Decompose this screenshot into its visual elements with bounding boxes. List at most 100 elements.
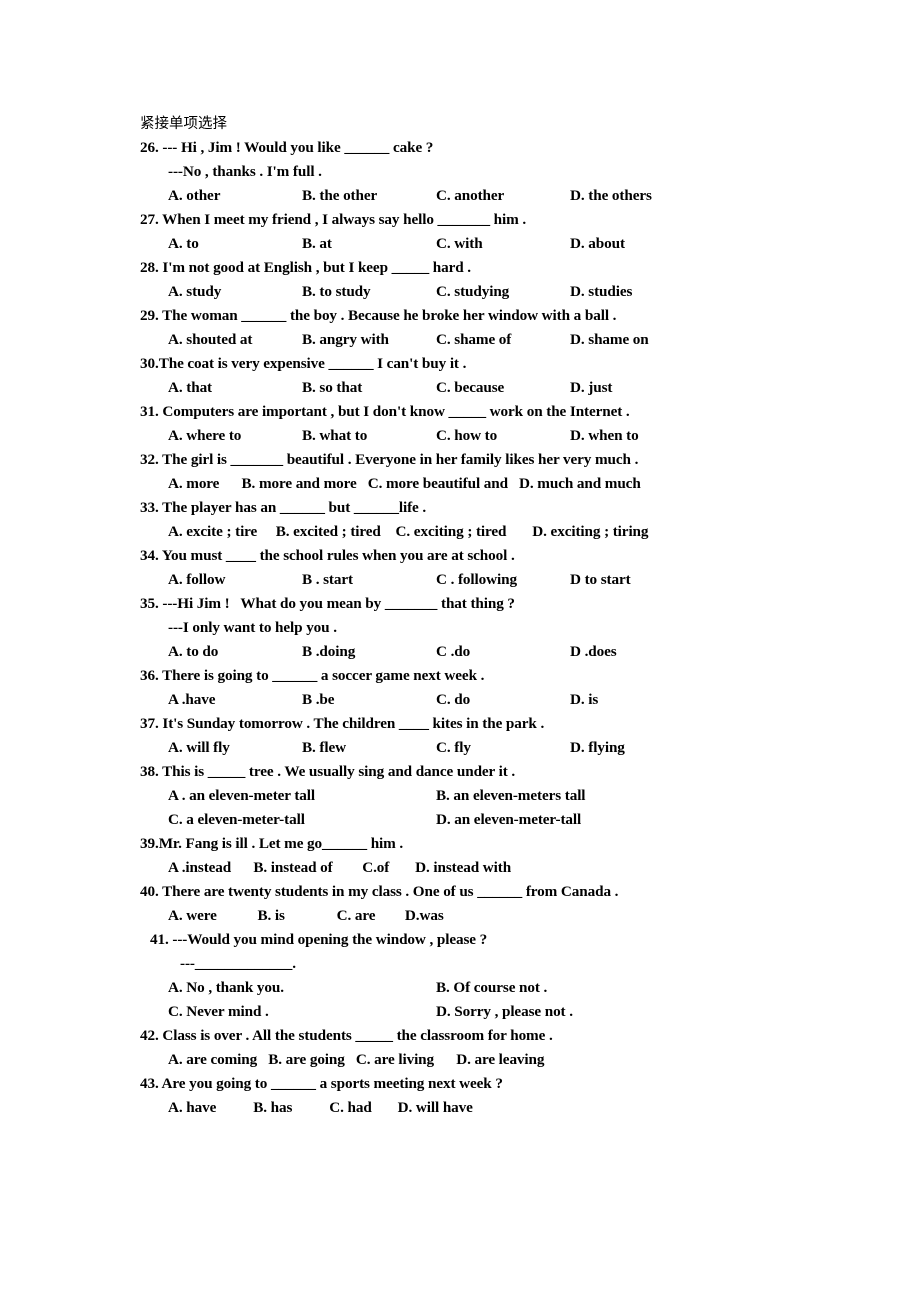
option-choice[interactable]: D. when to — [570, 424, 639, 448]
option-choice[interactable]: B. angry with — [302, 328, 436, 352]
question-stem: 42. Class is over . All the students ___… — [140, 1024, 840, 1048]
option-choice[interactable]: B .doing — [302, 640, 436, 664]
option-choice[interactable]: C. fly — [436, 736, 570, 760]
option-choice[interactable]: A. shouted at — [168, 328, 302, 352]
question-text: ---Would you mind opening the window , p… — [172, 931, 488, 948]
option-choice[interactable]: C. exciting ; tired — [396, 523, 507, 540]
question-block: 40. There are twenty students in my clas… — [140, 880, 840, 928]
option-choice[interactable]: C. studying — [436, 280, 570, 304]
option-gap — [372, 1096, 398, 1120]
option-choice[interactable]: A. will fly — [168, 736, 302, 760]
option-choice[interactable]: D. about — [570, 232, 625, 256]
option-choice[interactable]: A. more — [168, 475, 219, 492]
option-choice[interactable]: A. are coming — [168, 1051, 257, 1068]
question-stem: 38. This is _____ tree . We usually sing… — [140, 760, 840, 784]
option-choice[interactable]: A. follow — [168, 568, 302, 592]
option-choice[interactable]: A . an eleven-meter tall — [168, 784, 436, 808]
option-choice[interactable]: A. to do — [168, 640, 302, 664]
option-row: A. study B. to study C. studying D. studies — [140, 280, 840, 304]
option-choice[interactable]: B . start — [302, 568, 436, 592]
option-choice[interactable]: B. so that — [302, 376, 436, 400]
question-block: 34. You must ____ the school rules when … — [140, 544, 840, 592]
option-choice[interactable]: C. another — [436, 184, 570, 208]
option-choice[interactable]: C. do — [436, 688, 570, 712]
option-choice[interactable]: A. were — [168, 907, 217, 924]
option-choice[interactable]: D. instead with — [415, 859, 511, 876]
option-choice[interactable]: D. are leaving — [456, 1051, 544, 1068]
question-text: --- Hi , Jim ! Would you like ______ cak… — [162, 139, 434, 156]
option-choice[interactable]: D. just — [570, 376, 612, 400]
question-number: 34. — [140, 547, 159, 564]
question-stem: 36. There is going to ______ a soccer ga… — [140, 664, 840, 688]
option-choice[interactable]: C. with — [436, 232, 570, 256]
option-row: A .instead B. instead of C.of D. instead… — [140, 856, 840, 880]
option-choice[interactable]: B. an eleven-meters tall — [436, 784, 586, 808]
option-choice[interactable]: A .have — [168, 688, 302, 712]
option-gap — [389, 856, 415, 880]
option-choice[interactable]: D. will have — [398, 1099, 473, 1116]
option-choice[interactable]: D. Sorry , please not . — [436, 1000, 573, 1024]
option-choice[interactable]: C. had — [329, 1099, 372, 1116]
option-choice[interactable]: B. what to — [302, 424, 436, 448]
option-gap — [434, 1048, 456, 1072]
question-text: The player has an ______ but ______life … — [162, 499, 427, 516]
option-choice[interactable]: B. to study — [302, 280, 436, 304]
option-choice[interactable]: A. that — [168, 376, 302, 400]
option-choice[interactable]: D .does — [570, 640, 617, 664]
option-gap — [375, 904, 405, 928]
question-stem: 40. There are twenty students in my clas… — [140, 880, 840, 904]
option-choice[interactable]: C. are living — [356, 1051, 434, 1068]
option-choice[interactable]: A. excite ; tire — [168, 523, 257, 540]
option-choice[interactable]: C. a eleven-meter-tall — [168, 808, 436, 832]
option-choice[interactable]: D. flying — [570, 736, 625, 760]
option-choice[interactable]: B. flew — [302, 736, 436, 760]
option-choice[interactable]: A. have — [168, 1099, 216, 1116]
option-choice[interactable]: D. is — [570, 688, 598, 712]
option-choice[interactable]: C.of — [362, 859, 389, 876]
question-number: 38. — [140, 763, 159, 780]
option-choice[interactable]: B. are going — [268, 1051, 345, 1068]
option-choice[interactable]: C. how to — [436, 424, 570, 448]
option-choice[interactable]: B. is — [257, 907, 284, 924]
option-choice[interactable]: B. the other — [302, 184, 436, 208]
option-choice[interactable]: C. more beautiful and — [368, 475, 508, 492]
question-block: 27. When I meet my friend , I always say… — [140, 208, 840, 256]
option-choice[interactable]: B. Of course not . — [436, 976, 547, 1000]
option-choice[interactable]: B. excited ; tired — [276, 523, 381, 540]
section-heading: 紧接单项选择 — [140, 116, 227, 132]
option-choice[interactable]: D. shame on — [570, 328, 649, 352]
option-gap — [231, 856, 253, 880]
option-choice[interactable]: D. an eleven-meter-tall — [436, 808, 581, 832]
question-text: I'm not good at English , but I keep ___… — [162, 259, 472, 276]
option-choice[interactable]: D. the others — [570, 184, 652, 208]
question-stem: 33. The player has an ______ but ______l… — [140, 496, 840, 520]
question-number: 41. — [150, 931, 169, 948]
option-choice[interactable]: C. are — [337, 907, 376, 924]
option-row: A. to B. at C. with D. about — [140, 232, 840, 256]
option-choice[interactable]: C .do — [436, 640, 570, 664]
option-choice[interactable]: A. to — [168, 232, 302, 256]
option-gap — [506, 520, 532, 544]
option-choice[interactable]: A .instead — [168, 859, 231, 876]
option-choice[interactable]: A. No , thank you. — [168, 976, 436, 1000]
option-choice[interactable]: C. because — [436, 376, 570, 400]
question-block: 31. Computers are important , but I don'… — [140, 400, 840, 448]
option-choice[interactable]: C . following — [436, 568, 570, 592]
option-choice[interactable]: B. at — [302, 232, 436, 256]
option-choice[interactable]: B .be — [302, 688, 436, 712]
option-choice[interactable]: D. studies — [570, 280, 632, 304]
option-choice[interactable]: D to start — [570, 568, 631, 592]
option-choice[interactable]: D.was — [405, 907, 444, 924]
option-row: A. were B. is C. are D.was — [140, 904, 840, 928]
option-choice[interactable]: A. other — [168, 184, 302, 208]
option-choice[interactable]: B. instead of — [253, 859, 332, 876]
option-gap — [257, 520, 276, 544]
option-choice[interactable]: B. has — [253, 1099, 292, 1116]
option-choice[interactable]: D. much and much — [519, 475, 641, 492]
option-choice[interactable]: D. exciting ; tiring — [532, 523, 648, 540]
option-choice[interactable]: C. shame of — [436, 328, 570, 352]
option-choice[interactable]: A. where to — [168, 424, 302, 448]
option-choice[interactable]: C. Never mind . — [168, 1000, 436, 1024]
option-choice[interactable]: A. study — [168, 280, 302, 304]
option-choice[interactable]: B. more and more — [242, 475, 357, 492]
